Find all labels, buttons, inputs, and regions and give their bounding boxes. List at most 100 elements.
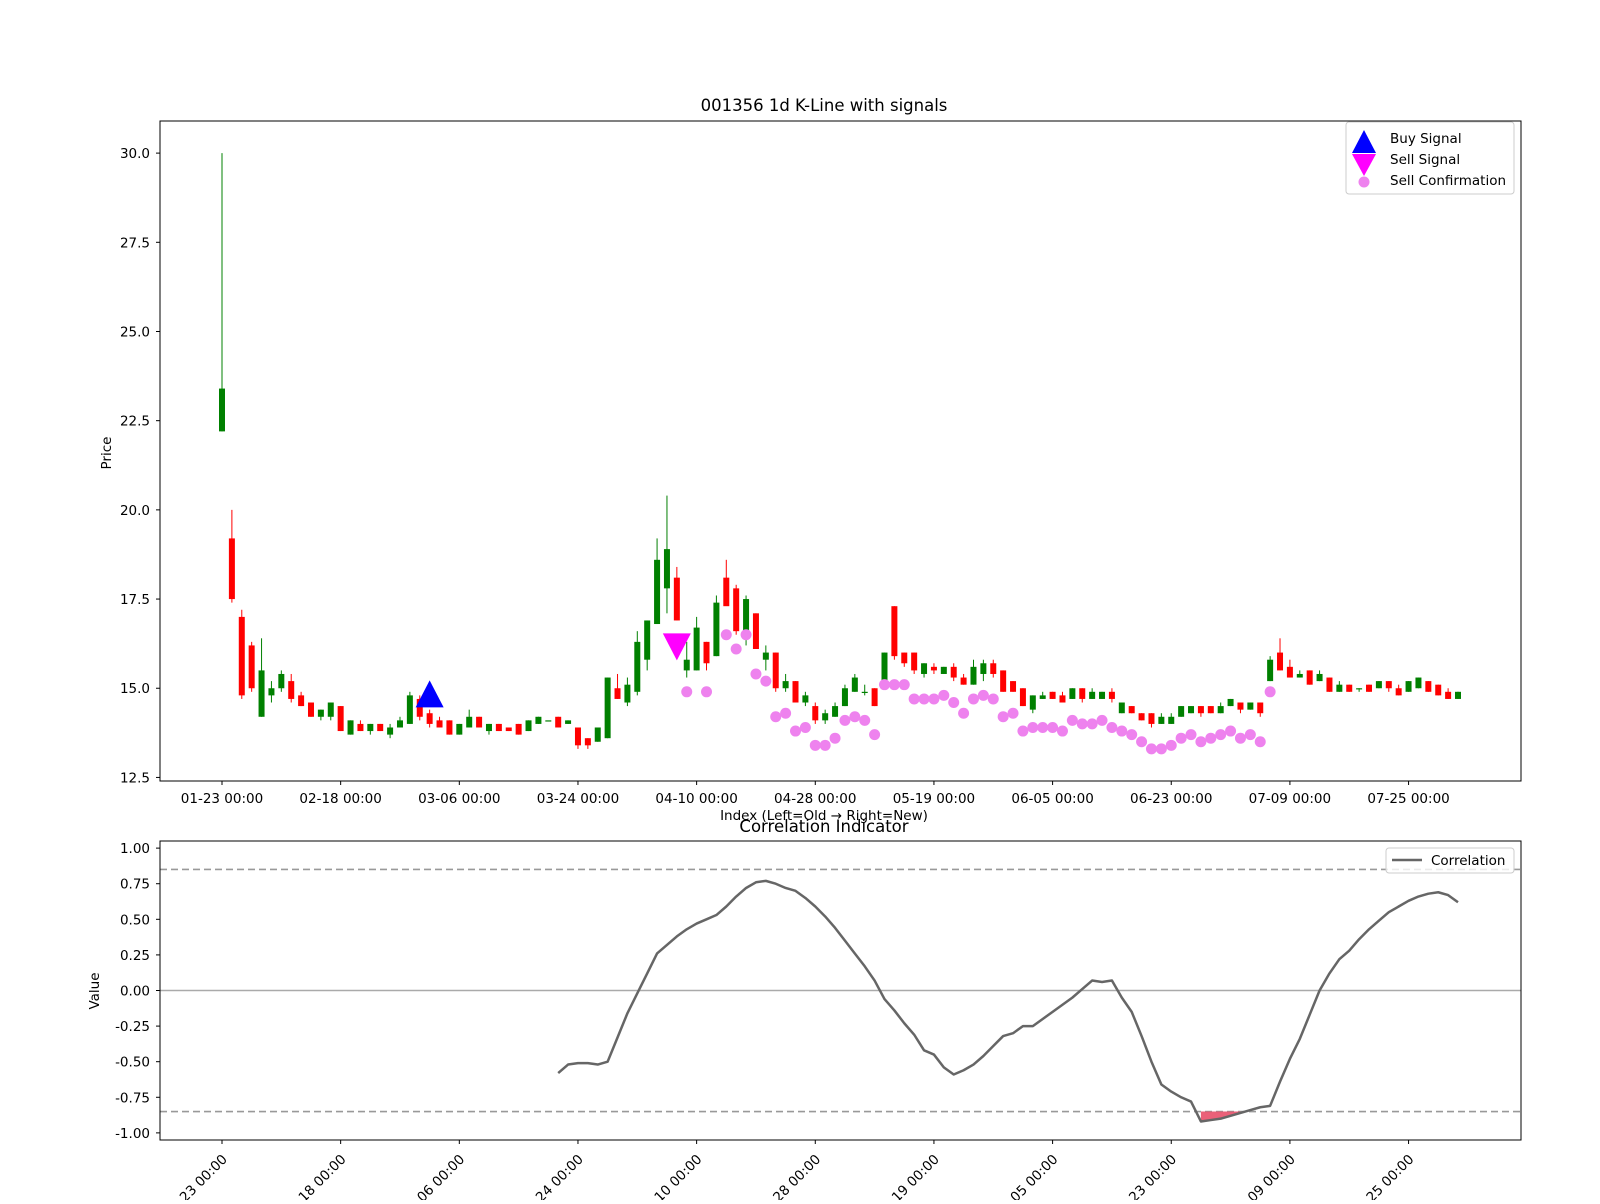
candle-body — [614, 688, 621, 699]
kline-x-tick-label: 03-24 00:00 — [537, 791, 619, 807]
sell-confirmation-point — [898, 679, 910, 691]
candle-body — [1128, 706, 1135, 714]
candle-body — [1099, 691, 1106, 699]
sell-confirmation-point — [908, 693, 920, 705]
candle-body — [337, 706, 344, 732]
sell-confirmation-point — [839, 714, 851, 726]
sell-confirmation-point — [1225, 725, 1237, 737]
kline-x-tick-label: 06-23 00:00 — [1130, 791, 1212, 807]
candle-body — [911, 652, 918, 671]
candle-body — [1069, 688, 1076, 699]
candle-body — [604, 677, 611, 739]
sell-confirmation-point — [1106, 721, 1118, 733]
kline-x-tick-label: 03-06 00:00 — [418, 791, 500, 807]
candle-body — [733, 588, 740, 632]
candle-body — [268, 688, 275, 696]
candle-body — [921, 663, 928, 674]
candle-body — [525, 720, 532, 732]
candle-body — [228, 538, 235, 600]
legend-sell-confirmation-label: Sell Confirmation — [1390, 173, 1506, 189]
candle-body — [772, 652, 779, 689]
candle-body — [1316, 673, 1323, 682]
candle-body — [1445, 691, 1452, 699]
sell-confirmation-point — [888, 679, 900, 691]
candle-body — [436, 720, 443, 728]
sell-confirmation-point — [1155, 743, 1167, 755]
candle-body — [258, 670, 265, 717]
sell-confirmation-point — [1205, 732, 1217, 744]
sell-confirmation-point — [750, 668, 762, 680]
candle-body — [703, 641, 710, 664]
sell-confirmation-point — [849, 711, 861, 723]
candle-body — [1455, 691, 1461, 699]
candle-body — [832, 706, 839, 717]
candle-body — [515, 723, 522, 735]
candle-body — [288, 681, 295, 699]
kline-x-tick-label: 07-09 00:00 — [1249, 791, 1331, 807]
candle-body — [1148, 713, 1155, 724]
candle-body — [317, 709, 324, 717]
sell-confirmation-point — [681, 686, 693, 698]
sell-confirmation-point — [1126, 729, 1138, 741]
candle-body — [1366, 684, 1373, 692]
kline-x-tick-label: 05-19 00:00 — [893, 791, 975, 807]
correlation-y-tick-label: -0.75 — [115, 1090, 150, 1106]
candle-body — [861, 691, 868, 694]
correlation-legend: Correlation — [1385, 847, 1515, 874]
candle-body — [1039, 695, 1046, 699]
legend-sell-signal-label: Sell Signal — [1390, 152, 1460, 168]
sell-confirmation-point — [740, 629, 752, 641]
chart-canvas: 001356 1d K-Line with signals Price Inde… — [0, 0, 1600, 1204]
candle-body — [278, 673, 285, 689]
kline-y-tick-label: 30.0 — [120, 146, 150, 162]
candle-body — [901, 652, 908, 664]
sell-confirmation-point — [1027, 721, 1039, 733]
candle-body — [782, 681, 789, 689]
candle-body — [663, 549, 670, 589]
candle-body — [812, 706, 819, 721]
correlation-y-axis-label: Value — [87, 972, 103, 1009]
candle-body — [545, 720, 552, 722]
candle-body — [1207, 706, 1214, 714]
sell-confirmation-point — [997, 711, 1009, 723]
correlation-y-tick-label: 0.50 — [120, 912, 150, 928]
candle-body — [851, 677, 858, 692]
candle-body — [1217, 706, 1224, 714]
candle-body — [1168, 716, 1175, 724]
candle-body — [1385, 681, 1392, 689]
sell-confirmation-point — [770, 711, 782, 723]
correlation-y-tick-label: 0.00 — [120, 984, 150, 1000]
candle-body — [367, 723, 374, 732]
candle-body — [307, 702, 314, 717]
sell-confirmation-point — [859, 714, 871, 726]
candle-body — [495, 723, 502, 732]
candle-body — [406, 695, 413, 724]
candle-body — [762, 652, 769, 660]
candle-body — [456, 723, 463, 735]
candle-body — [396, 720, 403, 728]
candle-body — [594, 727, 601, 742]
candle-body — [723, 577, 730, 607]
kline-y-tick-label: 12.5 — [120, 770, 150, 786]
correlation-y-tick-label: 0.25 — [120, 948, 150, 964]
candle-body — [1257, 702, 1264, 714]
candle-body — [505, 727, 512, 732]
candle-body — [624, 684, 631, 703]
candle-body — [871, 688, 878, 707]
candle-body — [1346, 684, 1353, 692]
sell-confirmation-point — [809, 739, 821, 751]
sell-confirmation-point — [720, 629, 732, 641]
candle-body — [476, 716, 483, 728]
candle-body — [1326, 677, 1333, 692]
candle-body — [1425, 681, 1432, 692]
candle-body — [693, 627, 700, 671]
candle-body — [1227, 698, 1234, 707]
kline-y-axis-label: Price — [99, 437, 115, 470]
kline-y-tick-label: 25.0 — [120, 324, 150, 340]
kline-x-tick-label: 06-05 00:00 — [1011, 791, 1093, 807]
kline-y-tick-label: 27.5 — [120, 235, 150, 251]
sell-confirmation-point — [1195, 736, 1207, 748]
candle-body — [673, 577, 680, 621]
sell-confirmation-point — [987, 693, 999, 705]
kline-legend: Buy Signal Sell Signal Sell Confirmation — [1345, 121, 1515, 195]
